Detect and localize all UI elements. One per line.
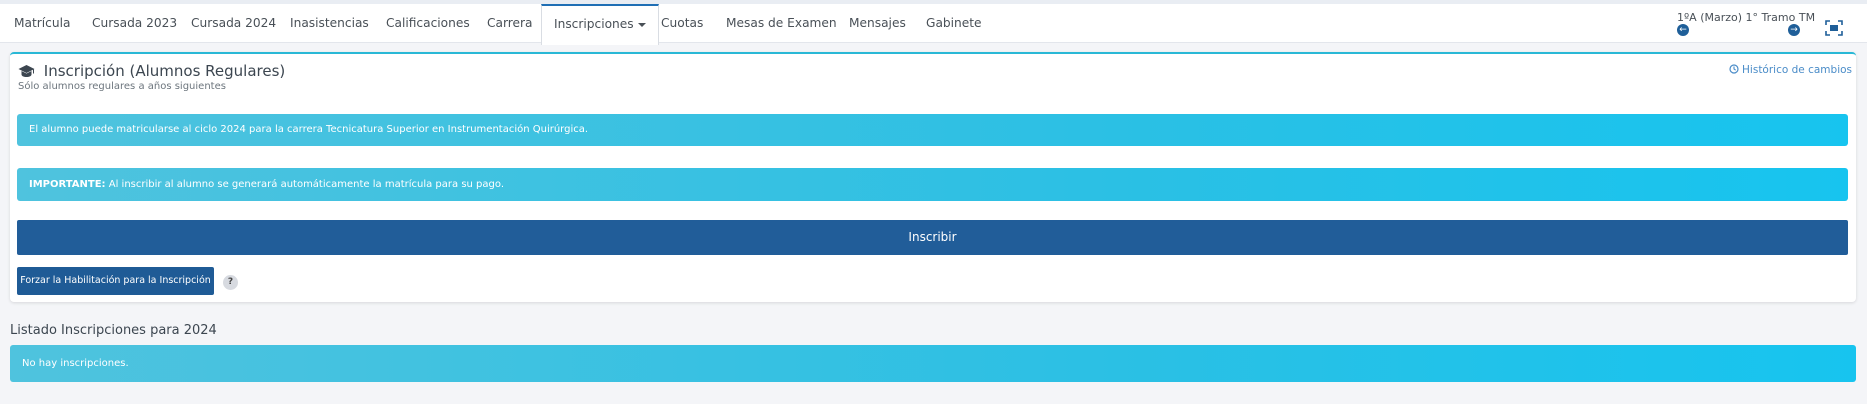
- eligibility-text: El alumno puede matricularse al ciclo 20…: [29, 124, 589, 135]
- empty-listing-alert: No hay inscripciones.: [10, 345, 1856, 382]
- inscription-card: Inscripción (Alumnos Regulares) Sólo alu…: [10, 52, 1856, 302]
- tab-cursada-2024[interactable]: Cursada 2024: [191, 4, 276, 42]
- important-label: IMPORTANTE:: [29, 179, 106, 190]
- history-icon: [1729, 64, 1742, 76]
- tab-carrera[interactable]: Carrera: [487, 4, 533, 42]
- tab-matricula[interactable]: Matrícula: [14, 4, 70, 42]
- enroll-button[interactable]: Inscribir: [17, 220, 1848, 255]
- arrow-left-circle-icon[interactable]: ←: [1677, 24, 1689, 36]
- graduation-cap-icon: [18, 62, 44, 80]
- period-label: 1ºA (Marzo) 1° Tramo TM: [1677, 11, 1816, 24]
- arrow-right-circle-icon[interactable]: →: [1788, 24, 1800, 36]
- tab-cuotas[interactable]: Cuotas: [661, 4, 703, 42]
- listing-title: Listado Inscripciones para 2024: [10, 323, 217, 338]
- help-icon[interactable]: ?: [223, 275, 238, 290]
- chevron-down-icon: [637, 22, 646, 27]
- tab-inscripciones-label: Inscripciones: [554, 17, 634, 31]
- eligibility-alert: El alumno puede matricularse al ciclo 20…: [17, 114, 1848, 146]
- tab-gabinete[interactable]: Gabinete: [926, 4, 982, 42]
- tab-mensajes[interactable]: Mensajes: [849, 4, 906, 42]
- card-title: Inscripción (Alumnos Regulares): [18, 62, 285, 80]
- force-enable-button[interactable]: Forzar la Habilitación para la Inscripci…: [17, 267, 214, 295]
- tab-mesas-de-examen[interactable]: Mesas de Examen: [726, 4, 837, 42]
- empty-listing-text: No hay inscripciones.: [22, 358, 129, 369]
- main-tabs: Matrícula Cursada 2023 Cursada 2024 Inas…: [0, 4, 1867, 45]
- important-alert: IMPORTANTE: Al inscribir al alumno se ge…: [17, 168, 1848, 201]
- history-link-label: Histórico de cambios: [1742, 64, 1852, 76]
- scan-icon[interactable]: [1825, 20, 1843, 36]
- important-text: Al inscribir al alumno se generará autom…: [105, 179, 504, 190]
- tab-inasistencias[interactable]: Inasistencias: [290, 4, 369, 42]
- tab-calificaciones[interactable]: Calificaciones: [386, 4, 470, 42]
- card-title-text: Inscripción (Alumnos Regulares): [43, 62, 286, 80]
- tab-cursada-2023[interactable]: Cursada 2023: [92, 4, 177, 42]
- history-link[interactable]: Histórico de cambios: [1729, 64, 1852, 76]
- tab-inscripciones[interactable]: Inscripciones: [541, 4, 659, 45]
- card-subtitle: Sólo alumnos regulares a años siguientes: [18, 81, 226, 92]
